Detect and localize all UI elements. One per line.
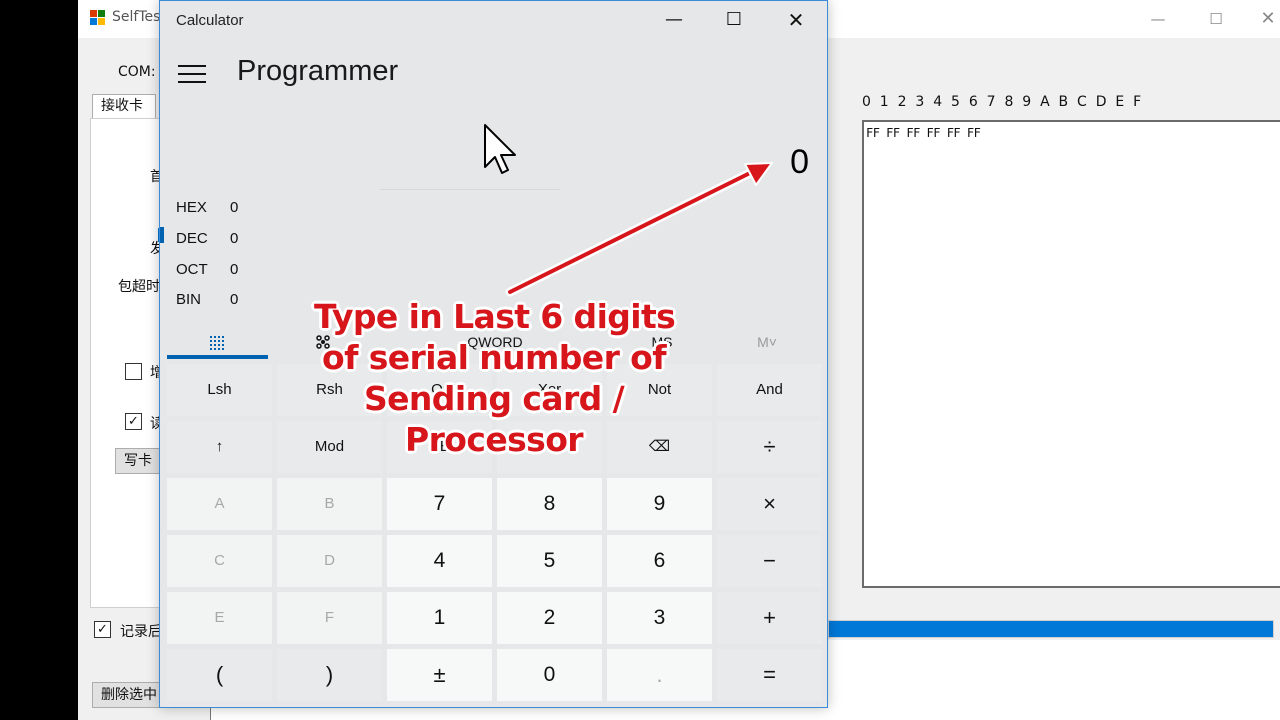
annotation-text: Type in Last 6 digits of serial number o…: [314, 296, 676, 460]
key-open-paren[interactable]: (: [167, 649, 272, 701]
key-digit-4[interactable]: 4: [387, 535, 492, 587]
maximize-icon[interactable]: ☐: [1202, 6, 1230, 32]
radix-value: 0: [230, 291, 239, 308]
key-equals[interactable]: =: [717, 649, 822, 701]
selftest-title: SelfTes: [112, 9, 161, 25]
radix-label: DEC: [176, 230, 208, 247]
hex-column-header: 0 1 2 3 4 5 6 7 8 9 A B C D E F: [862, 94, 1142, 110]
hamburger-menu-icon[interactable]: [178, 65, 206, 85]
mouse-cursor-icon: [484, 124, 516, 174]
result-display: 0: [790, 143, 809, 181]
annotation-line: Sending card /: [363, 379, 625, 418]
radix-value: 0: [230, 199, 239, 216]
key-digit-1[interactable]: 1: [387, 592, 492, 644]
key-divide[interactable]: ÷: [717, 421, 822, 473]
close-icon[interactable]: ✕: [1254, 6, 1280, 32]
radix-selected-indicator: [160, 227, 164, 243]
radix-label: OCT: [176, 261, 208, 278]
memory-list-button[interactable]: M˅: [742, 327, 792, 357]
record-label: 记录后: [120, 624, 162, 640]
key-hex-c[interactable]: C: [167, 535, 272, 587]
key-multiply[interactable]: ×: [717, 478, 822, 530]
key-hex-e[interactable]: E: [167, 592, 272, 644]
mode-title: Programmer: [237, 55, 399, 87]
key-subtract[interactable]: −: [717, 535, 822, 587]
key-hex-a[interactable]: A: [167, 478, 272, 530]
radix-label: HEX: [176, 199, 207, 216]
key-digit-9[interactable]: 9: [607, 478, 712, 530]
key-digit-5[interactable]: 5: [497, 535, 602, 587]
key-lsh[interactable]: Lsh: [167, 364, 272, 416]
key-negate[interactable]: ±: [387, 649, 492, 701]
radix-label: BIN: [176, 291, 202, 308]
keypad-grid-icon[interactable]: [167, 327, 267, 357]
key-digit-8[interactable]: 8: [497, 478, 602, 530]
minimize-icon[interactable]: —: [654, 6, 694, 34]
up-arrow-icon[interactable]: ↑: [167, 421, 272, 473]
annotation-line: Type in Last 6 digits: [314, 297, 676, 336]
annotation-line: Processor: [405, 420, 584, 459]
radix-value: 0: [230, 230, 239, 247]
key-decimal[interactable]: .: [607, 649, 712, 701]
key-add[interactable]: +: [717, 592, 822, 644]
checkbox-option[interactable]: [125, 363, 142, 380]
key-hex-d[interactable]: D: [277, 535, 382, 587]
key-digit-6[interactable]: 6: [607, 535, 712, 587]
key-and[interactable]: And: [717, 364, 822, 416]
app-icon: [90, 10, 106, 26]
key-close-paren[interactable]: ): [277, 649, 382, 701]
close-icon[interactable]: ✕: [776, 6, 816, 34]
minimize-icon[interactable]: —: [1144, 6, 1172, 32]
key-digit-0[interactable]: 0: [497, 649, 602, 701]
checkbox-read[interactable]: ✓: [125, 413, 142, 430]
key-digit-7[interactable]: 7: [387, 478, 492, 530]
checkbox-record[interactable]: ✓: [94, 621, 111, 638]
tab-receiving-card[interactable]: 接收卡: [92, 94, 156, 118]
com-label: COM:: [118, 64, 156, 80]
write-card-button[interactable]: 写卡: [115, 448, 161, 474]
key-digit-2[interactable]: 2: [497, 592, 602, 644]
key-digit-3[interactable]: 3: [607, 592, 712, 644]
key-hex-f[interactable]: F: [277, 592, 382, 644]
tab-selected-underline: [167, 355, 268, 359]
hex-data-line: FF FF FF FF FF FF: [866, 126, 981, 140]
key-hex-b[interactable]: B: [277, 478, 382, 530]
calculator-title: Calculator: [176, 12, 244, 29]
annotation-line: of serial number of: [322, 338, 667, 377]
progress-bar: [828, 620, 1274, 638]
display-divider: [380, 189, 560, 190]
hex-data-box[interactable]: FF FF FF FF FF FF: [862, 120, 1280, 588]
timeout-label: 包超时: [118, 279, 160, 295]
radix-value: 0: [230, 261, 239, 278]
maximize-icon[interactable]: ☐: [714, 6, 754, 34]
